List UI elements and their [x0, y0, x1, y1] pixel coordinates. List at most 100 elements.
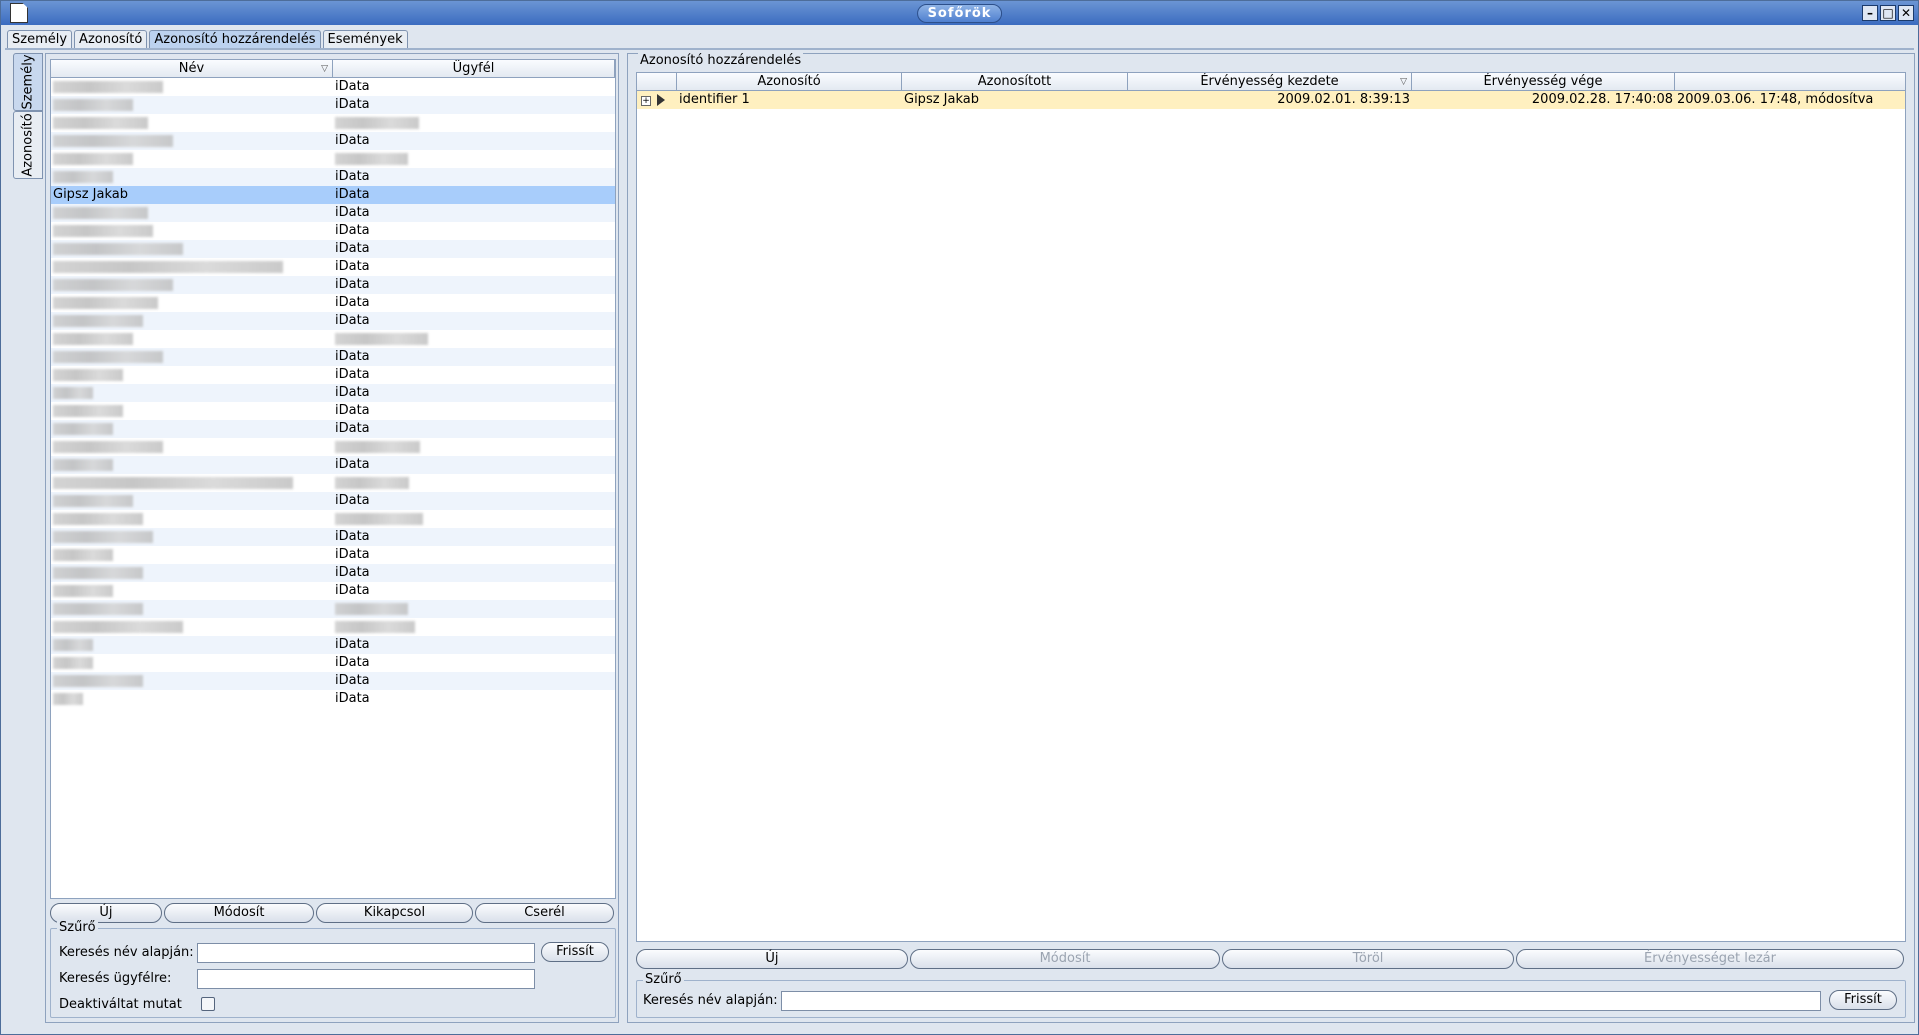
table-row[interactable]	[51, 510, 615, 528]
table-row[interactable]	[51, 618, 615, 636]
maximize-icon[interactable]: □	[1880, 5, 1896, 21]
redacted-text	[53, 369, 123, 381]
person-table[interactable]: Név ▽ Ügyfél iData iData iData iData Gipsz Ja…	[50, 59, 616, 899]
table-row[interactable]: iData	[51, 492, 615, 510]
close-icon[interactable]: ✕	[1898, 5, 1914, 21]
redacted-text	[335, 153, 408, 165]
table-row[interactable]: iData	[51, 258, 615, 276]
table-row[interactable]	[51, 114, 615, 132]
table-row[interactable]: iData	[51, 96, 615, 114]
name-cell	[51, 600, 333, 618]
column-header-valid-to[interactable]: Érvényesség vége	[1412, 73, 1675, 90]
refresh-button[interactable]: Frissít	[1829, 990, 1897, 1010]
table-row[interactable]: iData	[51, 384, 615, 402]
column-header-extra[interactable]	[1675, 73, 1905, 90]
table-row[interactable]: iData	[51, 420, 615, 438]
column-header-expand[interactable]	[637, 73, 677, 90]
table-row[interactable]: iData	[51, 528, 615, 546]
valid-to-cell: 2009.02.28. 17:40:08	[1531, 92, 1673, 107]
name-cell: Gipsz Jakab	[53, 187, 128, 202]
tab-azonosito-hozzarendeles[interactable]: Azonosító hozzárendelés	[149, 30, 321, 48]
table-row[interactable]	[51, 438, 615, 456]
show-deactivated-checkbox[interactable]	[201, 997, 215, 1011]
table-row[interactable]: iData	[51, 546, 615, 564]
column-header-client[interactable]: Ügyfél	[333, 60, 615, 77]
refresh-button[interactable]: Frissít	[541, 942, 609, 962]
table-row[interactable]: iData	[51, 636, 615, 654]
table-row[interactable]: iData	[51, 690, 615, 708]
column-header-valid-from[interactable]: Érvényesség kezdete ▽	[1128, 73, 1412, 90]
table-row[interactable]: iData	[51, 132, 615, 150]
redacted-text	[53, 387, 93, 399]
table-row[interactable]	[51, 330, 615, 348]
table-row[interactable]: iData	[51, 672, 615, 690]
table-row[interactable]: iData	[51, 582, 615, 600]
table-row[interactable]: iData	[51, 294, 615, 312]
column-header-identified[interactable]: Azonosított	[902, 73, 1128, 90]
redacted-text	[53, 513, 143, 525]
search-name-input[interactable]	[781, 991, 1821, 1011]
side-tab-azonosito[interactable]: Azonosító	[13, 111, 43, 179]
table-row[interactable]: iData	[51, 402, 615, 420]
side-tab-szemely[interactable]: Személy	[13, 53, 43, 111]
search-client-input[interactable]	[197, 969, 535, 989]
tab-azonosito[interactable]: Azonosító	[74, 30, 148, 48]
table-row[interactable]: iData	[51, 366, 615, 384]
client-cell: iData	[335, 637, 370, 652]
plus-icon[interactable]: +	[641, 96, 651, 106]
table-row[interactable]: iData	[51, 564, 615, 582]
redacted-text	[53, 405, 123, 417]
column-header-name[interactable]: Név ▽	[51, 60, 333, 77]
name-cell	[51, 636, 333, 654]
tab-esemenyek[interactable]: Események	[322, 30, 408, 48]
client-cell: iData	[335, 295, 370, 310]
table-row[interactable]	[51, 150, 615, 168]
column-header-identifier[interactable]: Azonosító	[677, 73, 902, 90]
name-cell	[51, 492, 333, 510]
table-row[interactable]: iData	[51, 654, 615, 672]
replace-person-button[interactable]: Cserél	[475, 903, 614, 923]
table-row[interactable]: iData	[51, 348, 615, 366]
redacted-text	[53, 549, 113, 561]
sort-desc-icon: ▽	[1400, 77, 1407, 87]
redacted-text	[53, 351, 163, 363]
modify-assignment-button[interactable]: Módosít	[910, 949, 1220, 969]
table-row[interactable]: iData	[51, 204, 615, 222]
table-row[interactable]: iData	[51, 222, 615, 240]
client-cell	[333, 600, 615, 618]
new-assignment-button[interactable]: Új	[636, 949, 908, 969]
disconnect-person-button[interactable]: Kikapcsol	[316, 903, 473, 923]
modified-cell: 2009.03.06. 17:48, módosítva	[1677, 92, 1874, 107]
delete-assignment-button[interactable]: Töröl	[1222, 949, 1514, 969]
side-tab-label: Személy	[20, 54, 36, 110]
name-cell	[51, 564, 333, 582]
search-name-input[interactable]	[197, 943, 535, 963]
client-cell: iData	[335, 457, 370, 472]
table-row[interactable]: iData	[51, 240, 615, 258]
close-validity-button[interactable]: Érvényességet lezár	[1516, 949, 1904, 969]
sort-desc-icon: ▽	[321, 64, 328, 74]
window-title: Sofőrök	[916, 4, 1003, 23]
filter-legend: Szűrő	[643, 972, 684, 987]
table-row[interactable]: iData	[51, 312, 615, 330]
name-cell	[51, 474, 333, 492]
assignment-table-header: Azonosító Azonosított Érvényesség kezdet…	[637, 73, 1905, 91]
table-row[interactable]	[51, 474, 615, 492]
table-row[interactable]: Gipsz Jakab iData	[51, 186, 615, 204]
redacted-text	[53, 99, 133, 111]
title-bar[interactable]: Sofőrök – □ ✕	[1, 1, 1918, 25]
assignment-table[interactable]: Azonosító Azonosított Érvényesség kezdet…	[636, 72, 1906, 942]
row-expand-cell[interactable]: +	[637, 91, 677, 109]
table-row[interactable]	[51, 600, 615, 618]
name-cell	[51, 402, 333, 420]
table-row[interactable]: iData	[51, 456, 615, 474]
table-row[interactable]: iData	[51, 78, 615, 96]
modify-person-button[interactable]: Módosít	[164, 903, 314, 923]
table-row[interactable]: iData	[51, 276, 615, 294]
tab-szemely[interactable]: Személy	[7, 30, 73, 48]
minimize-icon[interactable]: –	[1862, 5, 1878, 21]
table-row[interactable]: + identifier 1 Gipsz Jakab 2009.02.01. 8…	[637, 91, 1905, 109]
redacted-text	[53, 531, 153, 543]
client-cell: iData	[335, 583, 370, 598]
table-row[interactable]: iData	[51, 168, 615, 186]
